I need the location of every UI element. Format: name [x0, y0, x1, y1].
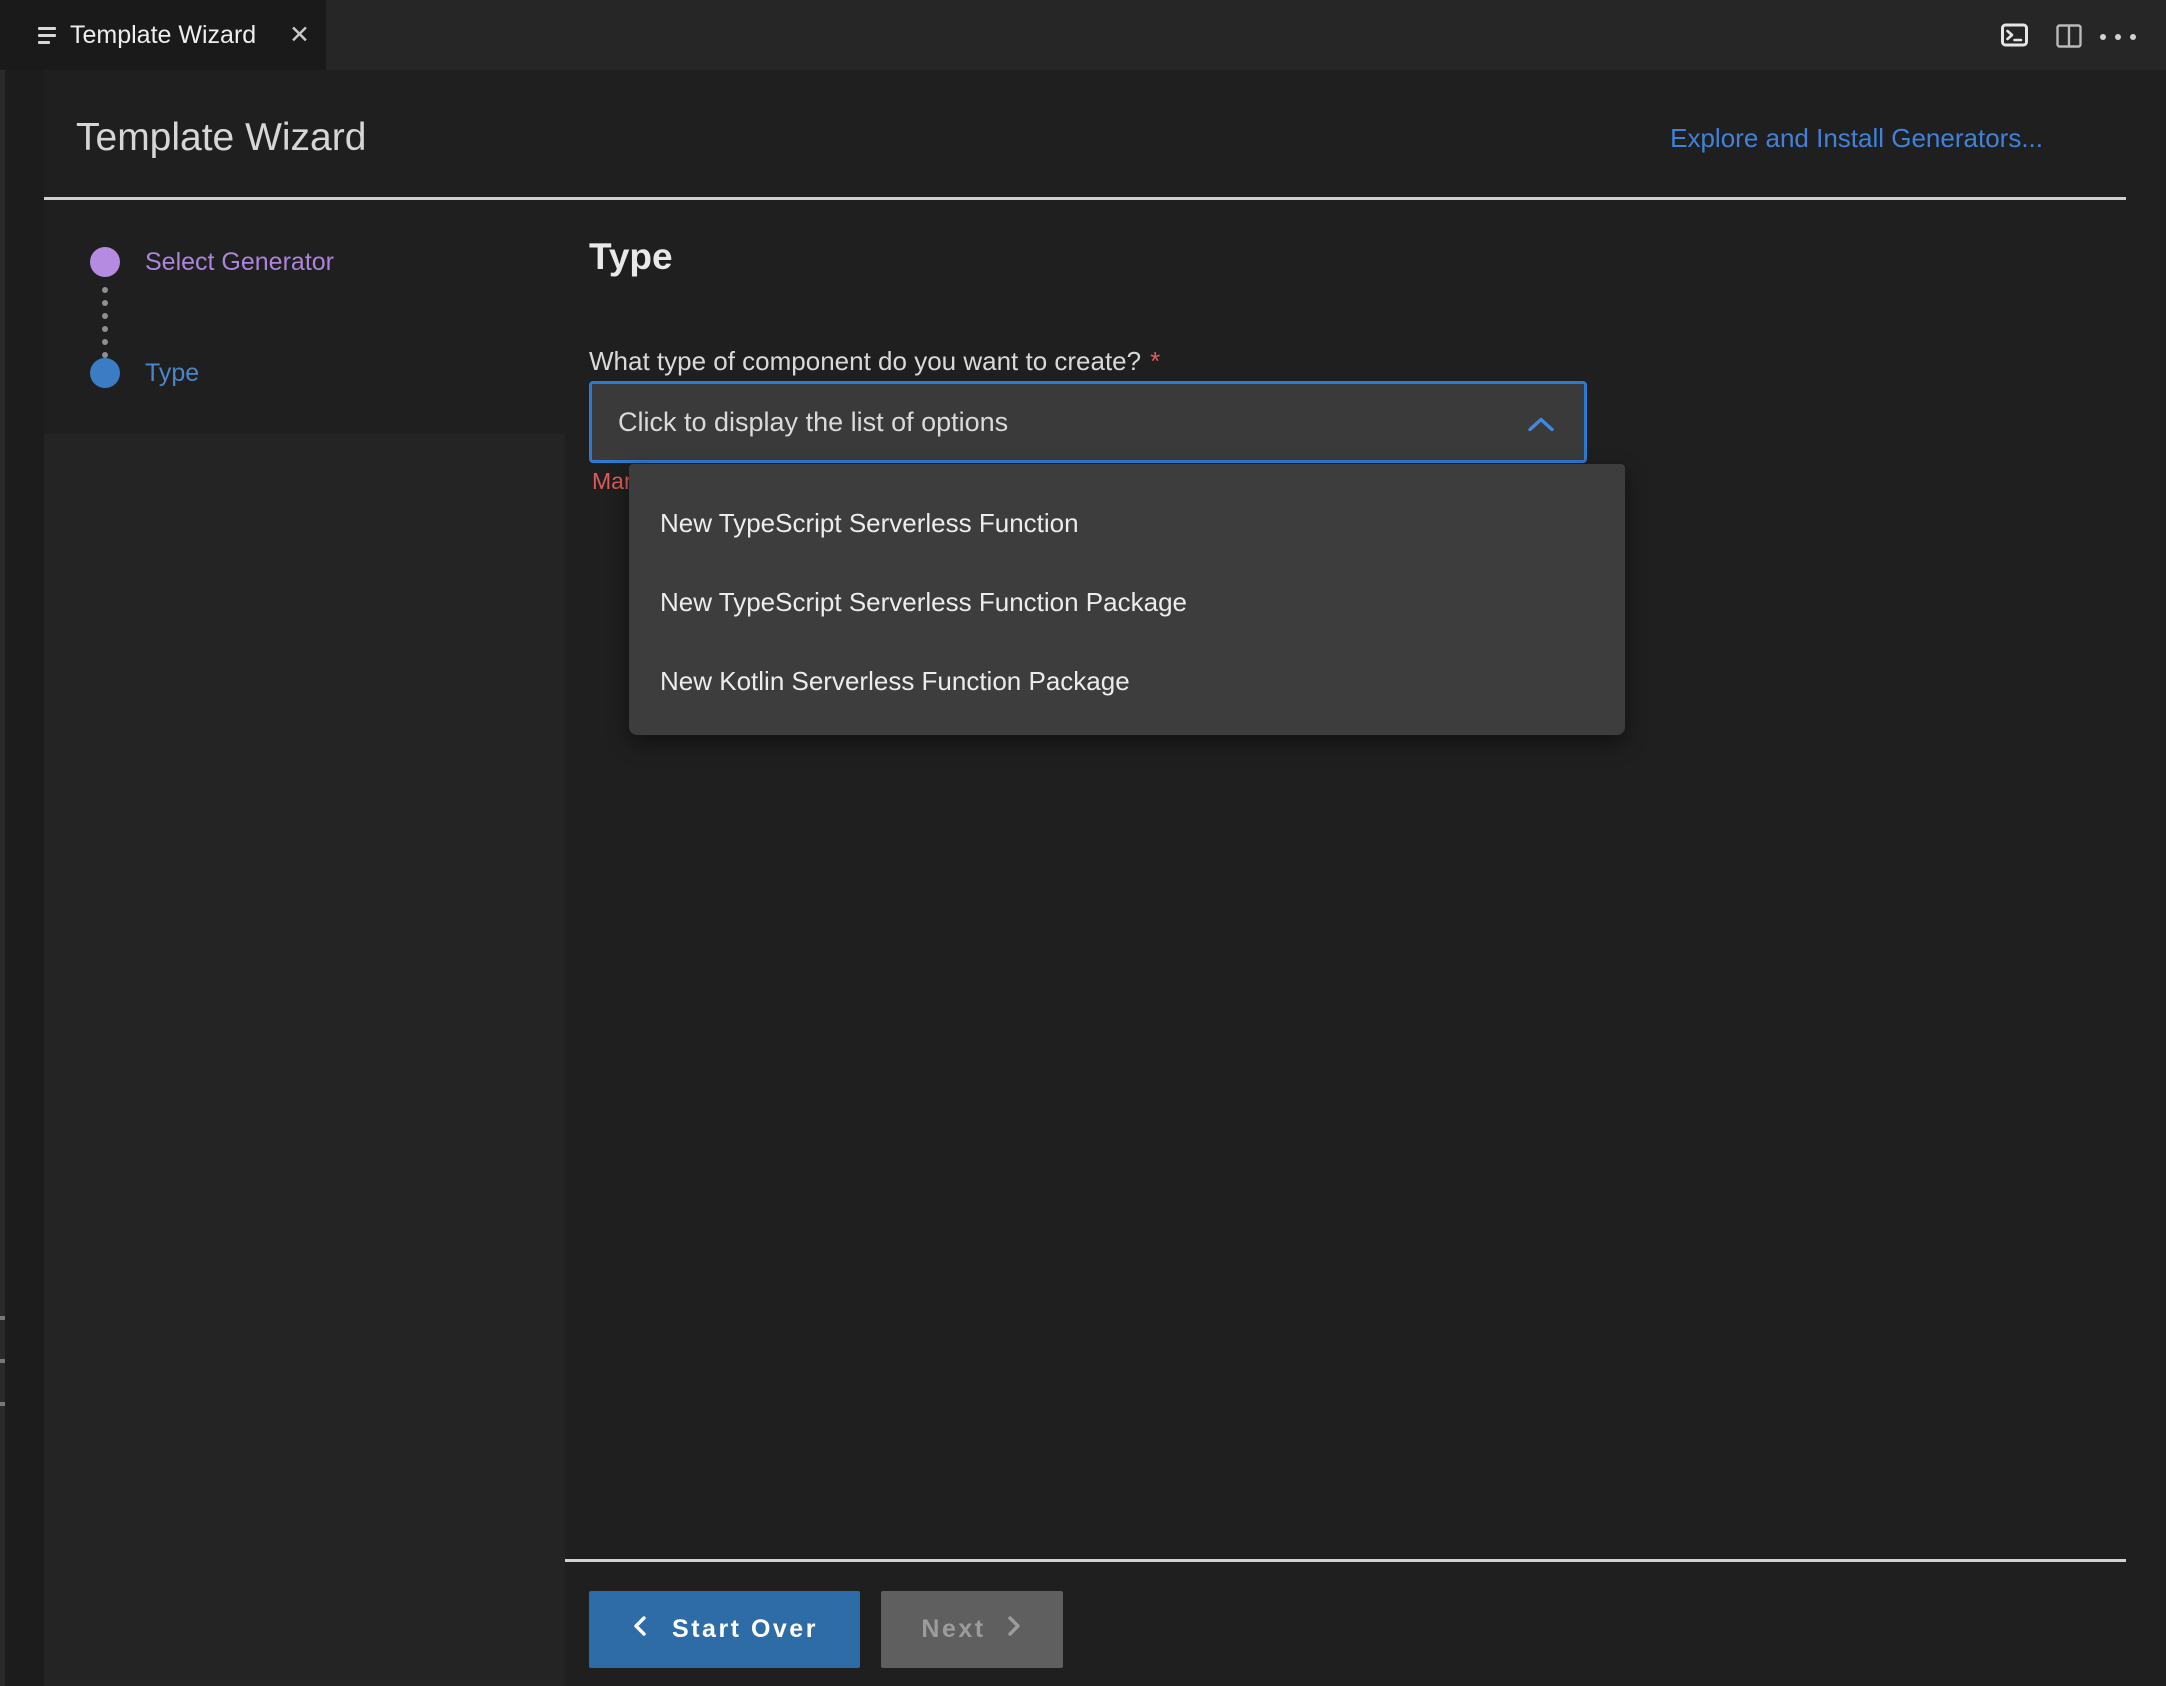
tab-template-wizard[interactable]: Template Wizard ✕	[17, 0, 326, 70]
edge-tick-mark	[0, 1359, 5, 1363]
left-edge-strip	[0, 70, 5, 1686]
split-editor-icon[interactable]	[2056, 24, 2082, 53]
header-divider	[44, 197, 2126, 200]
tab-title: Template Wizard	[70, 20, 257, 49]
edge-tick-mark	[0, 1402, 5, 1406]
section-heading: Type	[589, 236, 673, 277]
left-rail	[0, 70, 44, 1686]
edge-tick-mark	[0, 1316, 5, 1320]
template-wizard-window: Template Wizard ✕ Template Wizard Explor…	[0, 0, 2166, 1686]
step-label-type[interactable]: Type	[145, 358, 199, 388]
start-over-button[interactable]: Start Over	[589, 1591, 860, 1668]
tab-bar-left-gap	[0, 0, 17, 70]
chevron-up-icon[interactable]	[1528, 417, 1554, 437]
footer-divider	[565, 1559, 2126, 1562]
question-text: What type of component do you want to cr…	[589, 346, 1142, 376]
chevron-right-icon	[1006, 1615, 1023, 1644]
terminal-icon[interactable]	[2001, 23, 2028, 53]
tab-bar: Template Wizard ✕	[0, 0, 2166, 70]
chevron-left-icon	[631, 1615, 648, 1644]
step-label-select-generator[interactable]: Select Generator	[145, 247, 334, 277]
next-label: Next	[921, 1615, 986, 1643]
next-button[interactable]: Next	[881, 1591, 1063, 1668]
more-actions-icon[interactable]	[2100, 34, 2136, 40]
step-dot-select-generator[interactable]	[90, 247, 120, 277]
combobox-options-list: New TypeScript Serverless Function New T…	[629, 464, 1625, 735]
close-tab-icon[interactable]: ✕	[289, 22, 310, 48]
required-asterisk: *	[1150, 346, 1161, 376]
option-new-kotlin-serverless-function-package[interactable]: New Kotlin Serverless Function Package	[629, 642, 1625, 721]
wizard-list-icon	[38, 26, 56, 44]
explore-install-generators-link[interactable]: Explore and Install Generators...	[1670, 123, 2043, 154]
component-type-combobox[interactable]: Click to display the list of options	[589, 381, 1587, 463]
combobox-value: Click to display the list of options	[618, 406, 1009, 437]
step-dot-type[interactable]	[90, 358, 120, 388]
step-connector-dots	[102, 287, 108, 358]
start-over-label: Start Over	[672, 1615, 818, 1643]
question-label: What type of component do you want to cr…	[589, 346, 1160, 377]
stepper-panel-background	[44, 434, 565, 1686]
option-new-typescript-serverless-function-package[interactable]: New TypeScript Serverless Function Packa…	[629, 563, 1625, 642]
option-new-typescript-serverless-function[interactable]: New TypeScript Serverless Function	[629, 484, 1625, 563]
page-title: Template Wizard	[76, 116, 367, 159]
